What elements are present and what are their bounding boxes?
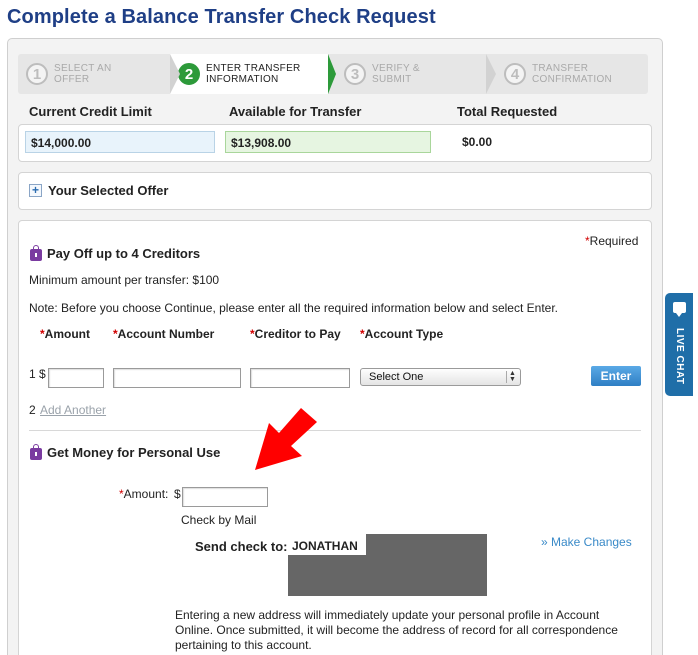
available-transfer-value: $13,908.00: [225, 131, 431, 153]
live-chat-tab[interactable]: LIVE CHAT: [665, 293, 693, 396]
step-number: 2: [178, 63, 200, 85]
required-note: *Required: [585, 234, 638, 248]
active-step-arrow: [328, 54, 336, 94]
column-account-type: *Account Type: [360, 327, 444, 341]
instruction-note: Note: Before you choose Continue, please…: [29, 301, 558, 315]
enter-button[interactable]: Enter: [591, 366, 641, 386]
personal-amount-label: *Amount:: [119, 487, 169, 501]
progress-stepper: 1 SELECT AN OFFER 2 ENTER TRANSFER INFOR…: [18, 54, 648, 94]
step-label: TRANSFER CONFIRMATION: [532, 63, 613, 85]
step-number: 1: [26, 63, 48, 85]
current-credit-limit-label: Current Credit Limit: [29, 104, 152, 119]
recipient-name: JONATHAN: [292, 539, 358, 553]
live-chat-label: LIVE CHAT: [674, 327, 685, 385]
personal-currency: $: [174, 487, 181, 501]
total-requested-label: Total Requested: [457, 104, 558, 119]
step-select-offer[interactable]: 1 SELECT AN OFFER: [18, 54, 180, 94]
row-index: 1 $: [29, 367, 46, 381]
column-amount: *Amount: [40, 327, 90, 341]
plus-icon[interactable]: +: [29, 184, 42, 197]
step-label: VERIFY & SUBMIT: [372, 63, 420, 85]
step-number: 4: [504, 63, 526, 85]
red-arrow-annotation: [255, 408, 317, 470]
personal-amount-input[interactable]: [182, 487, 268, 507]
page-title: Complete a Balance Transfer Check Reques…: [7, 6, 436, 28]
step-verify-submit: 3 VERIFY & SUBMIT: [336, 54, 496, 94]
add-index: 2: [29, 403, 36, 417]
step-confirmation: 4 TRANSFER CONFIRMATION: [496, 54, 648, 94]
step-number: 3: [344, 63, 366, 85]
personal-use-title: Get Money for Personal Use: [47, 445, 221, 460]
lock-icon: [30, 245, 42, 261]
account-number-input[interactable]: [113, 368, 241, 388]
required-label: Required: [589, 234, 639, 248]
current-credit-limit-value: $14,000.00: [25, 131, 215, 153]
selected-offer-toggle[interactable]: Your Selected Offer: [48, 183, 168, 198]
step-enter-info: 2 ENTER TRANSFER INFORMATION: [170, 54, 336, 94]
step-separator: [486, 54, 496, 94]
total-requested-value: $0.00: [462, 135, 493, 149]
address-update-note: Entering a new address will immediately …: [175, 608, 618, 652]
step-label: ENTER TRANSFER INFORMATION: [206, 63, 301, 85]
column-account-number: *Account Number: [113, 327, 215, 341]
make-changes-link[interactable]: » Make Changes: [541, 535, 632, 549]
lock-icon: [30, 444, 42, 460]
chat-bubble-icon: [673, 302, 686, 317]
delivery-method: Check by Mail: [181, 513, 257, 527]
minimum-amount-note: Minimum amount per transfer: $100: [29, 273, 220, 287]
section-divider: [29, 430, 641, 431]
step-label: SELECT AN OFFER: [54, 63, 112, 85]
creditor-input[interactable]: [250, 368, 350, 388]
creditors-title: Pay Off up to 4 Creditors: [47, 246, 201, 261]
send-to-label: Send check to:: [195, 539, 288, 554]
step-separator: [170, 54, 180, 94]
select-value: Select One: [369, 371, 424, 383]
available-transfer-label: Available for Transfer: [229, 104, 362, 119]
up-down-arrows-icon: ▲ ▼: [506, 370, 518, 383]
account-type-select[interactable]: Select One ▲ ▼: [360, 368, 521, 386]
add-another-link[interactable]: Add Another: [40, 403, 106, 417]
column-creditor: *Creditor to Pay: [250, 327, 341, 341]
amount-input[interactable]: [48, 368, 104, 388]
